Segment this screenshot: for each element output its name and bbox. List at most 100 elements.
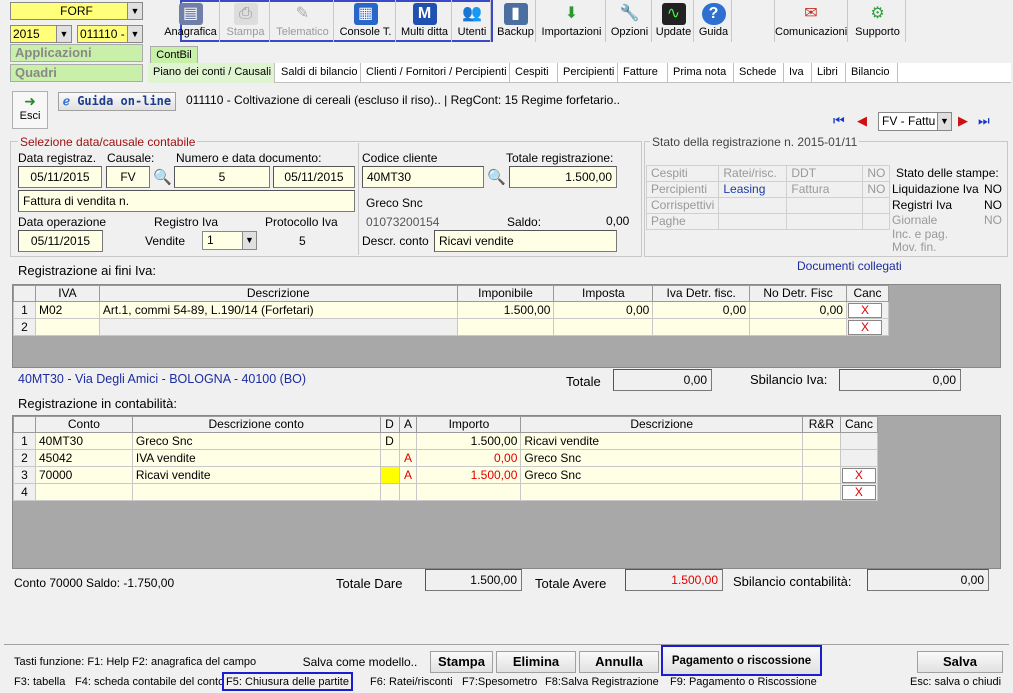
codice-cliente-field[interactable]: 40MT30 (362, 166, 484, 188)
tab-bilancio[interactable]: Bilancio (846, 63, 898, 83)
stampa-button[interactable]: Stampa (430, 651, 493, 673)
table-row: 2 45042 IVA vendite A 0,00 Greco Snc (13, 449, 879, 467)
nav-prev-button[interactable]: ◀ (857, 112, 873, 130)
nav-last-button[interactable]: ⏭ (978, 112, 1000, 130)
codice-cliente-label: Codice cliente (362, 151, 438, 165)
causal-nav-select[interactable]: FV - Fattu ▼ (878, 112, 952, 131)
printer-icon: ⎙ (233, 3, 258, 25)
table-row: 1 40MT30 Greco Snc D 1.500,00 Ricavi ven… (13, 432, 879, 450)
toolbar-update[interactable]: ∿ Update (654, 0, 694, 42)
saldo-value: 0,00 (606, 214, 630, 228)
toolbar-anagrafica[interactable]: ▤ Anagrafica (162, 0, 220, 42)
protocollo-label: Protocollo Iva (265, 215, 338, 229)
saldo-label: Saldo: (507, 215, 542, 229)
tab-cespiti[interactable]: Cespiti (510, 63, 558, 83)
tab-iva[interactable]: Iva (784, 63, 812, 83)
chevron-down-icon[interactable]: ▼ (127, 3, 142, 19)
chevron-down-icon[interactable]: ▼ (937, 113, 951, 130)
guida-online-button[interactable]: ℯ Guida on-line (58, 92, 176, 111)
cont-col-importo: Importo (416, 416, 522, 433)
totale-avere-label: Totale Avere (535, 576, 607, 591)
fkey-esc: Esc: salva o chiudi (910, 676, 1002, 688)
esci-button[interactable]: ➜ Esci (12, 91, 48, 129)
sbilancio-cont-label: Sbilancio contabilità: (733, 574, 852, 589)
fkey-f4: F4: scheda contabile del conto (75, 676, 225, 688)
totale-reg-field[interactable]: 1.500,00 (509, 166, 617, 188)
search-icon[interactable]: 🔍 (487, 168, 506, 186)
tab-piano-conti[interactable]: Piano dei conti / Causali (148, 63, 275, 83)
applicazioni-bar[interactable]: Applicazioni (10, 44, 143, 62)
company-code-select[interactable]: 011110 - ▼ (77, 25, 143, 43)
tab-percipienti[interactable]: Percipienti (558, 63, 618, 83)
stampe-liq-value: NO (984, 182, 1002, 196)
toolbar-utenti[interactable]: 👥 Utenti (454, 0, 491, 42)
causale-field[interactable]: FV (106, 166, 150, 188)
toolbar-console[interactable]: ▦ Console T. (336, 0, 396, 42)
company-select[interactable]: FORF ▼ (10, 2, 143, 20)
toolbar-multiditta[interactable]: M Multi ditta (398, 0, 452, 42)
salva-button[interactable]: Salva (917, 651, 1003, 673)
stato-table: Cespiti Ratei/risc. DDT NO Percipienti Leasi… (645, 165, 891, 230)
chevron-down-icon[interactable]: ▼ (56, 26, 71, 42)
stampe-giornale-value: NO (984, 213, 1002, 227)
delete-row-button[interactable]: X (841, 468, 876, 483)
users-icon: 👥 (462, 5, 482, 22)
toolbar-comunicazioni[interactable]: ✉ Comunicazioni (774, 0, 848, 42)
descrizione-field[interactable]: Fattura di vendita n. (18, 190, 355, 212)
delete-row-button[interactable]: X (841, 485, 876, 500)
selezione-divider (358, 143, 359, 255)
nav-next-button[interactable]: ▶ (958, 112, 974, 130)
wrench-icon: 🔧 (619, 5, 640, 22)
book-icon: ▤ (178, 3, 203, 25)
pagamento-button[interactable]: Pagamento o riscossione (661, 645, 822, 676)
chevron-down-icon[interactable]: ▼ (242, 232, 256, 249)
tab-bar: Piano dei conti / Causali Saldi di bilan… (148, 63, 1011, 83)
tab-saldi[interactable]: Saldi di bilancio (276, 63, 361, 83)
delete-row-button[interactable]: X (847, 320, 882, 335)
documenti-collegati-link[interactable]: Documenti collegati (797, 259, 902, 273)
descr-conto-label: Descr. conto (362, 234, 429, 248)
iva-col-detr: Iva Detr. fisc. (652, 285, 751, 302)
tab-libri[interactable]: Libri (812, 63, 846, 83)
help-icon: ? (701, 3, 726, 25)
stampe-giornale-label: Giornale (892, 213, 938, 227)
table-row: 4 X (13, 483, 879, 501)
module-tab-contbil[interactable]: ContBil (150, 46, 198, 63)
tab-fatture[interactable]: Fatture (618, 63, 668, 83)
toolbar-supporto[interactable]: ⚙ Supporto (850, 0, 906, 42)
update-icon: ∿ (661, 3, 686, 25)
delete-row-button[interactable]: X (847, 303, 882, 318)
data-reg-label: Data registraz. (18, 151, 97, 165)
toolbar-opzioni[interactable]: 🔧 Opzioni (608, 0, 652, 42)
toolbar-stampa[interactable]: ⎙ Stampa (222, 0, 270, 42)
quadri-bar[interactable]: Quadri (10, 64, 143, 82)
descr-conto-field[interactable]: Ricavi vendite (434, 230, 617, 252)
toolbar-guida[interactable]: ? Guida (696, 0, 732, 42)
chevron-down-icon[interactable]: ▼ (127, 26, 142, 42)
data-op-field[interactable]: 05/11/2015 (18, 230, 103, 252)
nav-first-button[interactable]: ⏮ (833, 112, 853, 130)
telematico-icon: ✎ (295, 5, 310, 22)
tab-schede[interactable]: Schede (734, 63, 784, 83)
stampe-inc-label: Inc. e pag. (892, 227, 949, 241)
tab-prima-nota[interactable]: Prima nota (668, 63, 734, 83)
salva-modello-button[interactable]: Salva come modello.. (293, 651, 427, 673)
data-doc-field[interactable]: 05/11/2015 (273, 166, 355, 188)
toolbar: ▤ Anagrafica ⎙ Stampa ✎ Telematico ▦ Console… (148, 0, 1011, 43)
data-reg-field[interactable]: 05/11/2015 (18, 166, 102, 188)
annulla-button[interactable]: Annulla (579, 651, 659, 673)
elimina-button[interactable]: Elimina (496, 651, 576, 673)
toolbar-backup[interactable]: ▮ Backup (496, 0, 536, 42)
year-select[interactable]: 2015 ▼ (10, 25, 72, 43)
stato-paghe: Paghe (645, 213, 720, 230)
numero-label: Numero e data documento: (176, 151, 322, 165)
search-icon[interactable]: 🔍 (153, 168, 172, 186)
toolbar-telematico[interactable]: ✎ Telematico (272, 0, 334, 42)
cont-col-descr: Descrizione conto (131, 416, 381, 433)
totale-reg-label: Totale registrazione: (506, 151, 614, 165)
toolbar-importazioni[interactable]: ⬇ Importazioni (538, 0, 606, 42)
iva-totale-label: Totale (566, 374, 601, 389)
tab-clienti[interactable]: Clienti / Fornitori / Percipienti (361, 63, 510, 83)
numero-field[interactable]: 5 (174, 166, 270, 188)
reg-iva-select[interactable]: 1 ▼ (202, 231, 257, 250)
